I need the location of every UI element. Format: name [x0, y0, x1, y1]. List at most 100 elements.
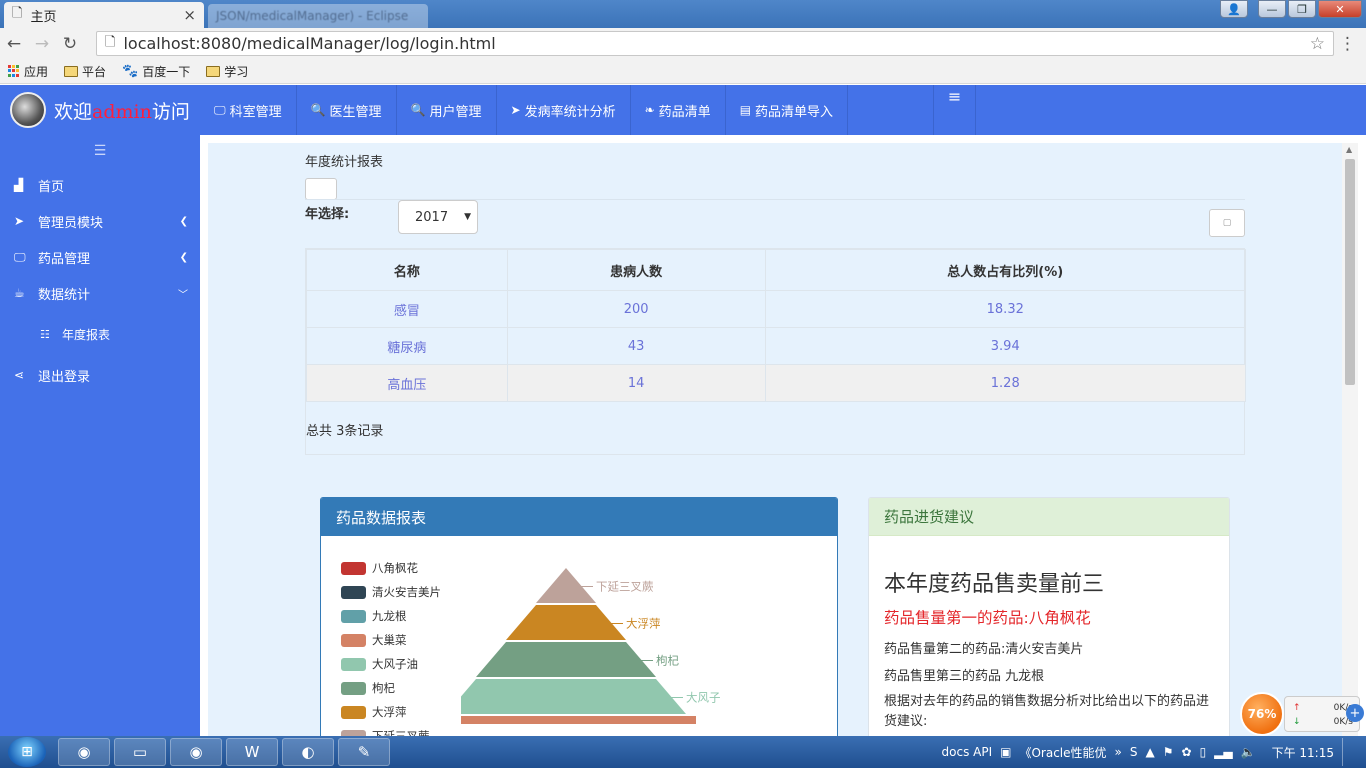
monitor-icon: 🖵 — [14, 249, 26, 264]
sogou-icon[interactable]: S — [1130, 745, 1138, 759]
bookmark-platform[interactable]: 平台 — [64, 63, 106, 80]
drug-report-panel: 药品数据报表 八角枫花 清火安吉美片 九龙根 大巢菜 大风子油 枸杞 大浮萍 下延三叉蕨 下延… — [320, 497, 838, 736]
legend-swatch — [341, 585, 366, 599]
bookmark-apps[interactable]: 应用 — [8, 63, 48, 80]
network-signal-icon[interactable]: ▂▄ — [1214, 745, 1232, 759]
scroll-up-icon[interactable]: ▲ — [1346, 145, 1352, 154]
legend-swatch — [341, 681, 366, 695]
volume-icon[interactable]: 🔈 — [1241, 745, 1256, 759]
legend-label: 八角枫花 — [372, 561, 418, 575]
legend-label: 大浮萍 — [372, 705, 407, 719]
legend-label: 九龙根 — [372, 609, 407, 623]
nav-user[interactable]: 🔍 用户管理 — [397, 85, 497, 135]
device-icon[interactable]: ▯ — [1200, 745, 1207, 759]
flag-icon[interactable]: ⚑ — [1163, 745, 1174, 759]
start-button[interactable]: ⊞ — [8, 737, 46, 767]
show-desktop-button[interactable] — [1342, 738, 1352, 766]
legend-item[interactable]: 大风子油 — [341, 652, 441, 676]
paper-plane-icon: ➤ — [14, 214, 25, 228]
eclipse-icon[interactable]: ◐ — [282, 738, 334, 766]
forward-icon[interactable]: → — [28, 34, 56, 54]
tab-home[interactable]: 🗋 主页 × — [4, 2, 204, 28]
network-speed-widget[interactable]: ↑ 0K/s ↓ 0K/s 76% + — [1240, 690, 1364, 736]
plus-icon[interactable]: + — [1346, 704, 1364, 722]
page-scrollbar[interactable]: ▲ — [1342, 143, 1358, 736]
legend-item[interactable]: 清火安吉美片 — [341, 580, 441, 604]
tab-eclipse[interactable]: JSON/medicalManager) - Eclipse — [208, 4, 428, 28]
taskbar-item-oracle[interactable]: 《Oracle性能优 — [1019, 744, 1106, 761]
sidebar-item-stats[interactable]: ☕ 数据统计 ﹀ — [0, 275, 200, 311]
top-nav: 🖵 科室管理 🔍 医生管理 🔍 用户管理 ➤ 发病率统计分析 ❧ 药品清单 ▤ 药品清单导入… — [200, 85, 977, 135]
hamburger-menu-icon[interactable]: ≡ — [934, 85, 977, 135]
bookmark-star-icon[interactable]: ☆ — [1310, 34, 1325, 54]
area-chart-icon: ▟ — [14, 178, 24, 192]
clock[interactable]: 下午 11:15 — [1272, 744, 1334, 761]
cell-name: 高血压 — [306, 364, 508, 402]
legend-item[interactable]: 枸杞 — [341, 676, 441, 700]
address-bar[interactable]: 🗋 localhost:8080/medicalManager/log/logi… — [96, 31, 1334, 56]
sidebar-item-home[interactable]: ▟ 首页 — [0, 167, 200, 203]
sidebar-item-logout[interactable]: ⋖ 退出登录 — [0, 357, 200, 393]
nav-doctor[interactable]: 🔍 医生管理 — [297, 85, 397, 135]
legend-item[interactable]: 八角枫花 — [341, 556, 441, 580]
app-icon[interactable]: ✎ — [338, 738, 390, 766]
paper-plane-icon: ➤ — [510, 103, 521, 117]
close-window-button[interactable]: ✕ — [1318, 0, 1362, 18]
sidebar-item-drugs[interactable]: 🖵 药品管理 ❮ — [0, 239, 200, 275]
legend-item[interactable]: 大巢菜 — [341, 628, 441, 652]
memory-percent-ball[interactable]: 76% — [1240, 692, 1284, 736]
chrome-icon[interactable]: ◉ — [58, 738, 110, 766]
funnel-chart: 下延三叉蕨大浮萍枸杞大风子油 — [461, 568, 721, 724]
minimize-button[interactable]: — — [1258, 0, 1286, 18]
nav-spacer — [848, 85, 935, 135]
browser-menu-icon[interactable]: ⋮ — [1339, 34, 1356, 54]
legend-swatch — [341, 561, 366, 575]
tray-up-arrow-icon[interactable]: ▲ — [1146, 745, 1155, 759]
funnel-segment[interactable] — [506, 605, 626, 640]
chrome-icon[interactable]: ◉ — [170, 738, 222, 766]
tab-close-icon[interactable]: × — [183, 6, 196, 24]
nav-department[interactable]: 🖵 科室管理 — [200, 85, 297, 135]
nav-drug-list[interactable]: ❧ 药品清单 — [631, 85, 726, 135]
nav-drug-import[interactable]: ▤ 药品清单导入 — [726, 85, 849, 135]
pdf-icon[interactable]: ▣ — [1000, 745, 1011, 759]
legend-item[interactable]: 大浮萍 — [341, 700, 441, 724]
sidebar-item-admin[interactable]: ➤ 管理员模块 ❮ — [0, 203, 200, 239]
bookmark-study[interactable]: 学习 — [206, 63, 248, 80]
sidebar-item-annual-report[interactable]: ☷ 年度报表 — [0, 311, 200, 357]
bookmark-baidu[interactable]: 🐾 百度一下 — [122, 63, 190, 80]
maximize-button[interactable]: ❐ — [1288, 0, 1316, 18]
back-icon[interactable]: ← — [0, 34, 28, 54]
legend-item[interactable]: 九龙根 — [341, 604, 441, 628]
welcome-text: 欢迎admin访问 — [54, 100, 190, 123]
funnel-segment[interactable] — [461, 716, 696, 724]
nav-incidence[interactable]: ➤ 发病率统计分析 — [497, 85, 631, 135]
funnel-segment[interactable] — [476, 642, 656, 677]
overflow-chevron-icon[interactable]: » — [1115, 745, 1122, 759]
reload-icon[interactable]: ↻ — [56, 34, 84, 54]
purchase-advice-panel: 药品进货建议 本年度药品售卖量前三 药品售量第一的药品:八角枫花 药品售量第二的… — [868, 497, 1230, 736]
legend-swatch — [341, 609, 366, 623]
funnel-segment[interactable] — [461, 679, 686, 714]
bookmark-label: 应用 — [24, 64, 49, 79]
scroll-thumb[interactable] — [1345, 159, 1355, 385]
page-icon: 🗋 — [12, 6, 23, 21]
url-text[interactable]: localhost:8080/medicalManager/log/login.… — [123, 34, 1309, 53]
folder-icon — [64, 65, 79, 77]
advice-text: 根据对去年的药品的销售数据分析对比给出以下的药品进货建议: — [884, 694, 1210, 729]
funnel-segment[interactable] — [536, 568, 596, 603]
legend-item[interactable]: 下延三叉蕨 — [341, 724, 441, 736]
username: admin — [92, 100, 152, 123]
leaf-icon: ❧ — [644, 103, 655, 117]
flower-icon[interactable]: ✿ — [1182, 745, 1192, 759]
export-button[interactable]: ▢ — [1209, 209, 1245, 237]
main-content: 年度统计报表 年选择: 2017 ▼ ▢ 名称 患病人数 总人数占有比列(%) … — [208, 143, 1342, 736]
word-icon[interactable]: W — [226, 738, 278, 766]
sidebar-collapse-icon[interactable]: ☰ — [0, 135, 200, 167]
year-select[interactable]: 2017 ▼ — [398, 200, 478, 234]
taskbar-item-docs[interactable]: docs API — [942, 745, 993, 759]
user-icon[interactable]: 👤 — [1220, 0, 1248, 18]
toggle-button[interactable] — [305, 178, 337, 200]
legend-swatch — [341, 657, 366, 671]
explorer-folder-icon[interactable]: ▭ — [114, 738, 166, 766]
